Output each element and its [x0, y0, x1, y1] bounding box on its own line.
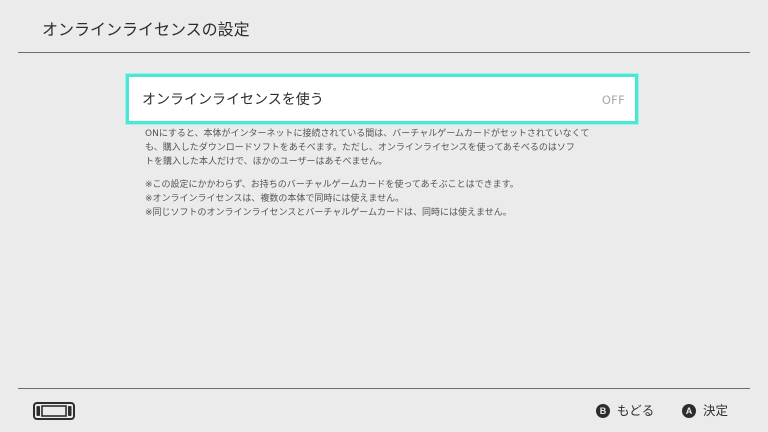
a-button-icon: A — [682, 404, 696, 418]
header: オンラインライセンスの設定 — [0, 0, 768, 52]
back-label: もどる — [617, 403, 655, 418]
description-line: も、購入したダウンロードソフトをあそべます。ただし、オンラインライセンスを使って… — [145, 143, 575, 153]
note-line: ※同じソフトのオンラインライセンスとバーチャルゲームカードは、同時には使えません… — [145, 208, 512, 218]
header-divider — [18, 52, 750, 53]
back-button[interactable]: B もどる — [596, 402, 654, 420]
online-license-toggle-row[interactable]: オンラインライセンスを使う OFF — [126, 74, 638, 124]
note-line: ※オンラインライセンスは、複数の本体で同時には使えません。 — [145, 194, 405, 204]
b-button-icon: B — [596, 404, 610, 418]
setting-value: OFF — [601, 93, 625, 107]
setting-label: オンラインライセンスを使う — [142, 92, 324, 108]
page-title: オンラインライセンスの設定 — [42, 20, 250, 39]
confirm-button[interactable]: A 決定 — [682, 402, 728, 420]
footer-divider — [18, 388, 750, 389]
description-line: ONにすると、本体がインターネットに接続されている間は、バーチャルゲームカードが… — [145, 129, 590, 139]
setting-description: ONにすると、本体がインターネットに接続されている間は、バーチャルゲームカードが… — [145, 127, 625, 220]
description-gap — [145, 169, 625, 178]
console-handheld-icon — [33, 402, 75, 420]
description-line: トを購入した本人だけで、ほかのユーザーはあそべません。 — [145, 157, 388, 167]
confirm-label: 決定 — [703, 403, 729, 418]
note-line: ※この設定にかかわらず、お持ちのバーチャルゲームカードを使ってあそぶことはできま… — [145, 180, 519, 190]
